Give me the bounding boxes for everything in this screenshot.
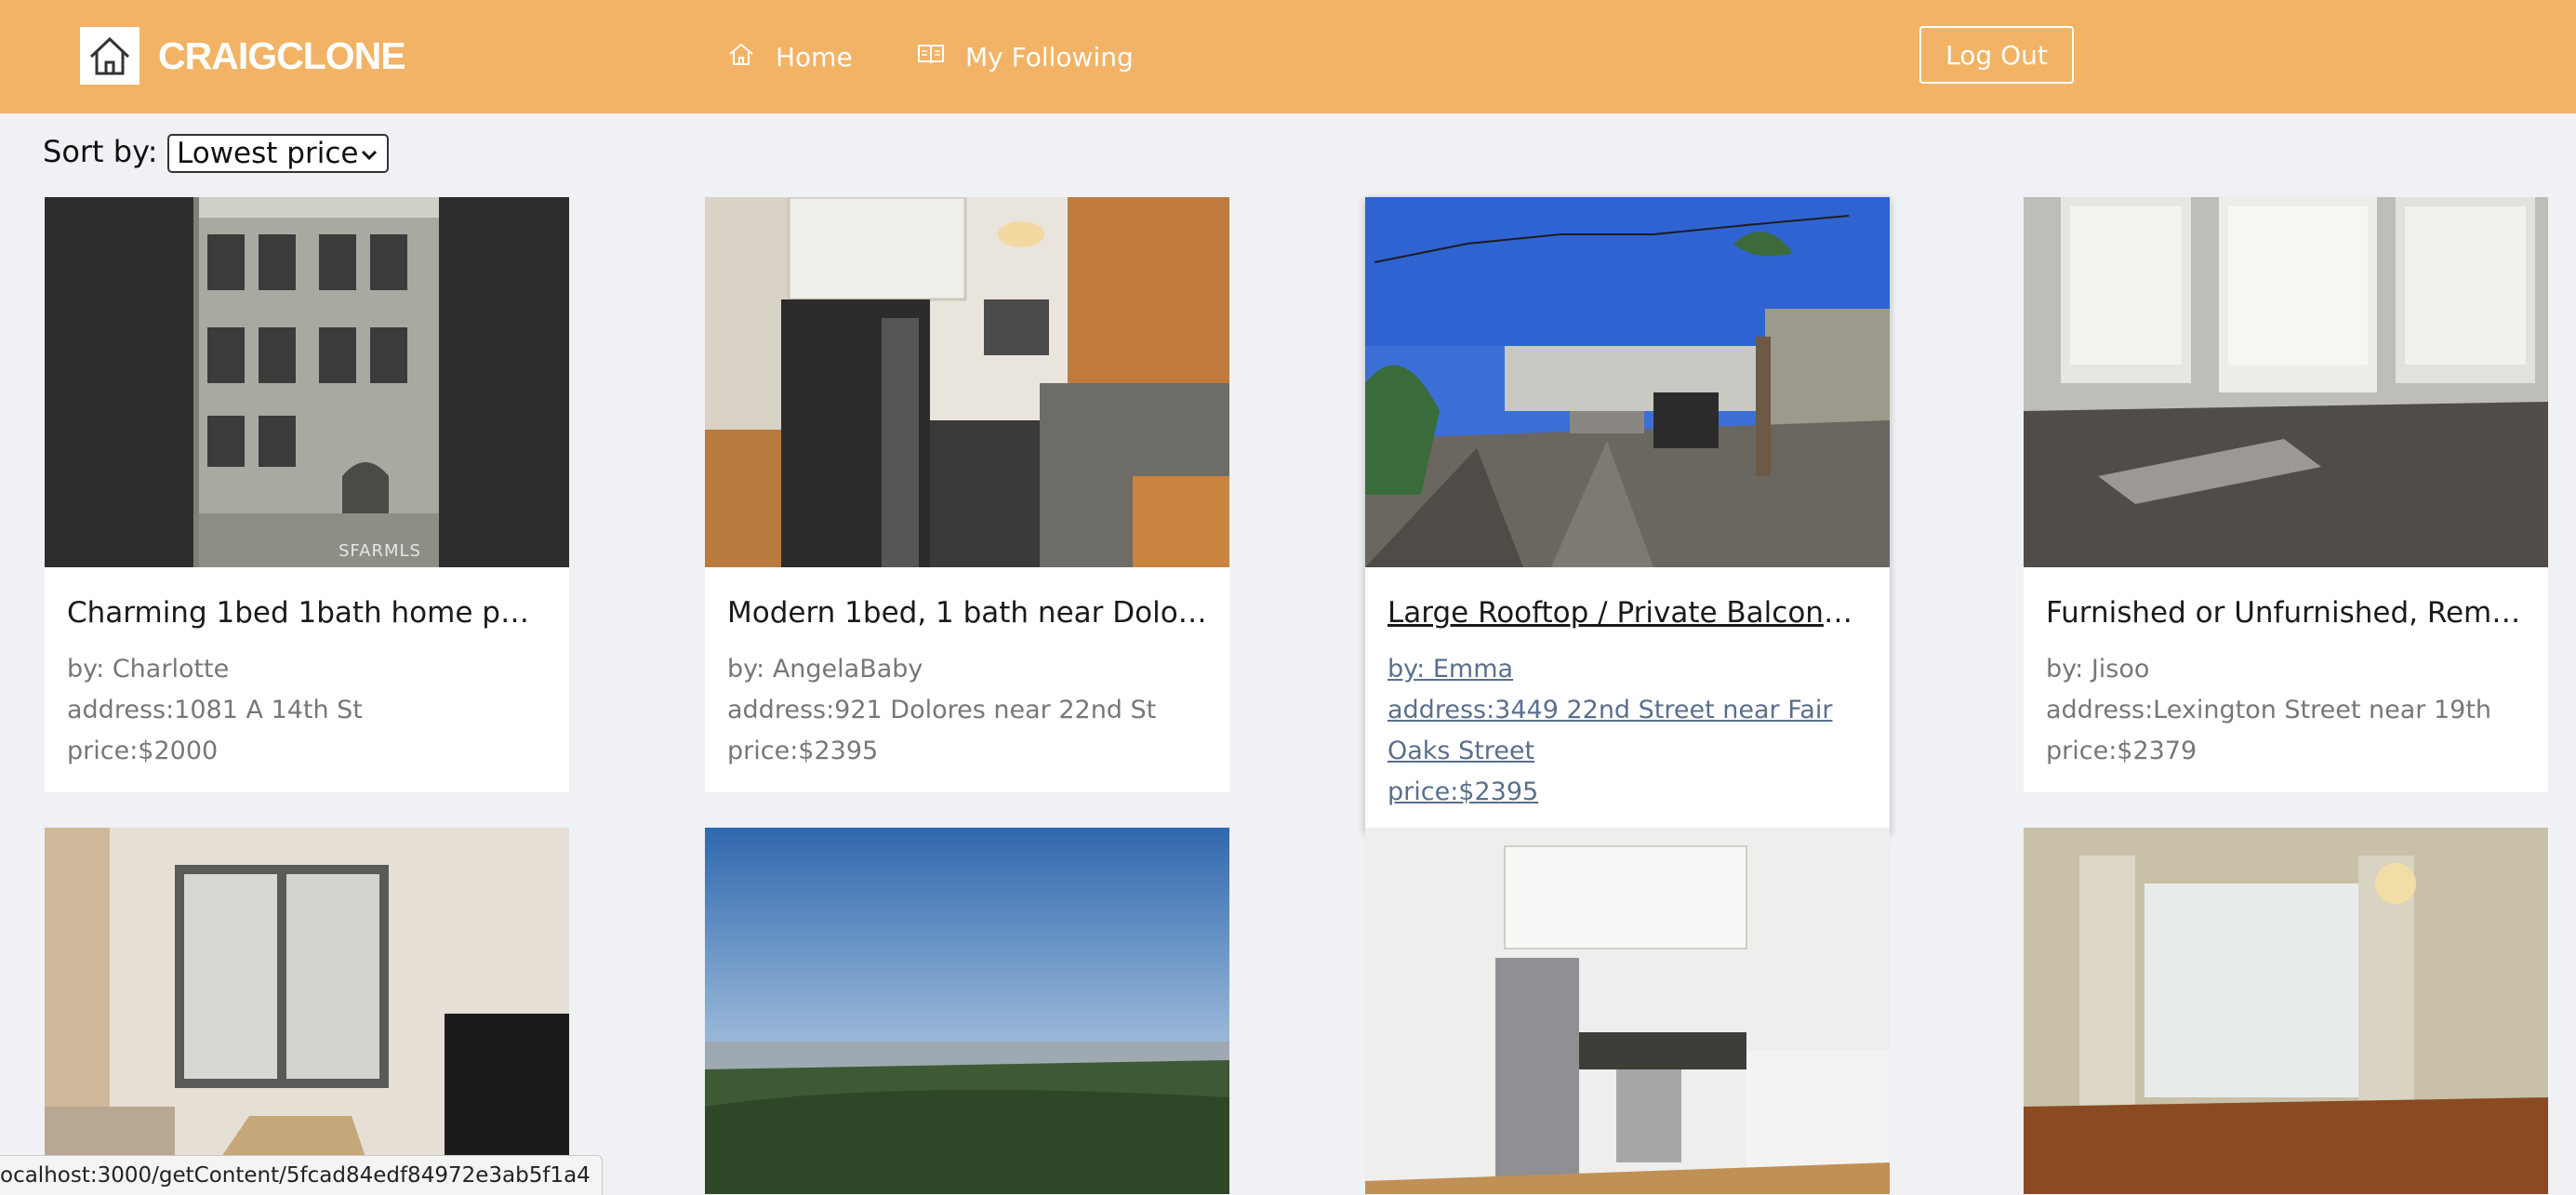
- listing-card[interactable]: [705, 828, 1229, 1194]
- status-bar-url: ocalhost:3000/getContent/5fcad84edf84972…: [0, 1155, 603, 1195]
- listing-card[interactable]: Modern 1bed, 1 bath near Dolor... by: An…: [705, 197, 1229, 792]
- listing-title[interactable]: Charming 1bed 1bath home perf...: [67, 593, 547, 632]
- brand-name[interactable]: CRAIGCLONE: [158, 28, 406, 84]
- sort-selected-value: Lowest price: [177, 137, 359, 170]
- listing-owner: by: AngelaBaby: [727, 655, 923, 684]
- listing-card[interactable]: [45, 828, 569, 1194]
- listing-address: address:3449 22nd Street near Fair Oaks …: [1388, 696, 1833, 765]
- book-icon: [917, 42, 965, 73]
- listing-photo-white-kitchen: [1365, 828, 1890, 1194]
- listing-address: address:921 Dolores near 22nd St: [727, 696, 1157, 724]
- listing-address: address:1081 A 14th St: [67, 696, 363, 724]
- photo-watermark: SFARMLS: [339, 541, 421, 561]
- nav-following-link[interactable]: My Following: [917, 32, 1134, 82]
- nav-following-label: My Following: [965, 41, 1134, 73]
- logout-button[interactable]: Log Out: [1919, 26, 2074, 84]
- listing-title[interactable]: Modern 1bed, 1 bath near Dolor...: [727, 593, 1207, 632]
- listing-photo-building: SFARMLS: [45, 197, 569, 567]
- listing-price: price:$2395: [727, 737, 879, 765]
- listing-photo-dining-room: [2024, 828, 2548, 1194]
- listing-photo-city-view: [705, 828, 1229, 1194]
- listing-price: price:$2000: [67, 737, 219, 765]
- listing-address: address:Lexington Street near 19th: [2046, 696, 2492, 724]
- top-navbar: CRAIGCLONE Home My Following Log Out: [0, 0, 2576, 113]
- listing-owner: by: Emma: [1388, 655, 1514, 684]
- chevron-down-icon: [359, 141, 379, 175]
- listing-photo-kitchen: [705, 197, 1229, 567]
- listing-card[interactable]: SFARMLS Charming 1bed 1bath home perf...…: [45, 197, 569, 792]
- nav-home-link[interactable]: Home: [727, 32, 853, 82]
- listing-card[interactable]: Large Rooftop / Private Balcony /... by:…: [1365, 197, 1890, 833]
- sort-select[interactable]: Lowest price: [167, 134, 389, 173]
- listing-title[interactable]: Furnished or Unfurnished, Remo...: [2046, 593, 2526, 632]
- home-icon: [727, 41, 776, 73]
- listing-owner: by: Jisoo: [2046, 655, 2150, 684]
- listing-title[interactable]: Large Rooftop / Private Balcony /...: [1388, 593, 1867, 632]
- listing-photo-bay-window-room: [2024, 197, 2548, 567]
- home-logo-icon[interactable]: [80, 27, 139, 85]
- listing-owner: by: Charlotte: [67, 655, 230, 684]
- listing-price: price:$2379: [2046, 737, 2198, 765]
- listing-price: price:$2395: [1388, 777, 1539, 806]
- listing-photo-rooftop: [1365, 197, 1890, 567]
- listing-card[interactable]: [1365, 828, 1890, 1194]
- listing-photo-window-kitchen: [45, 828, 569, 1194]
- sort-label: Sort by:: [43, 134, 158, 169]
- listing-card[interactable]: [2024, 828, 2548, 1194]
- nav-home-label: Home: [776, 41, 853, 73]
- listing-card[interactable]: Furnished or Unfurnished, Remo... by: Ji…: [2024, 197, 2548, 792]
